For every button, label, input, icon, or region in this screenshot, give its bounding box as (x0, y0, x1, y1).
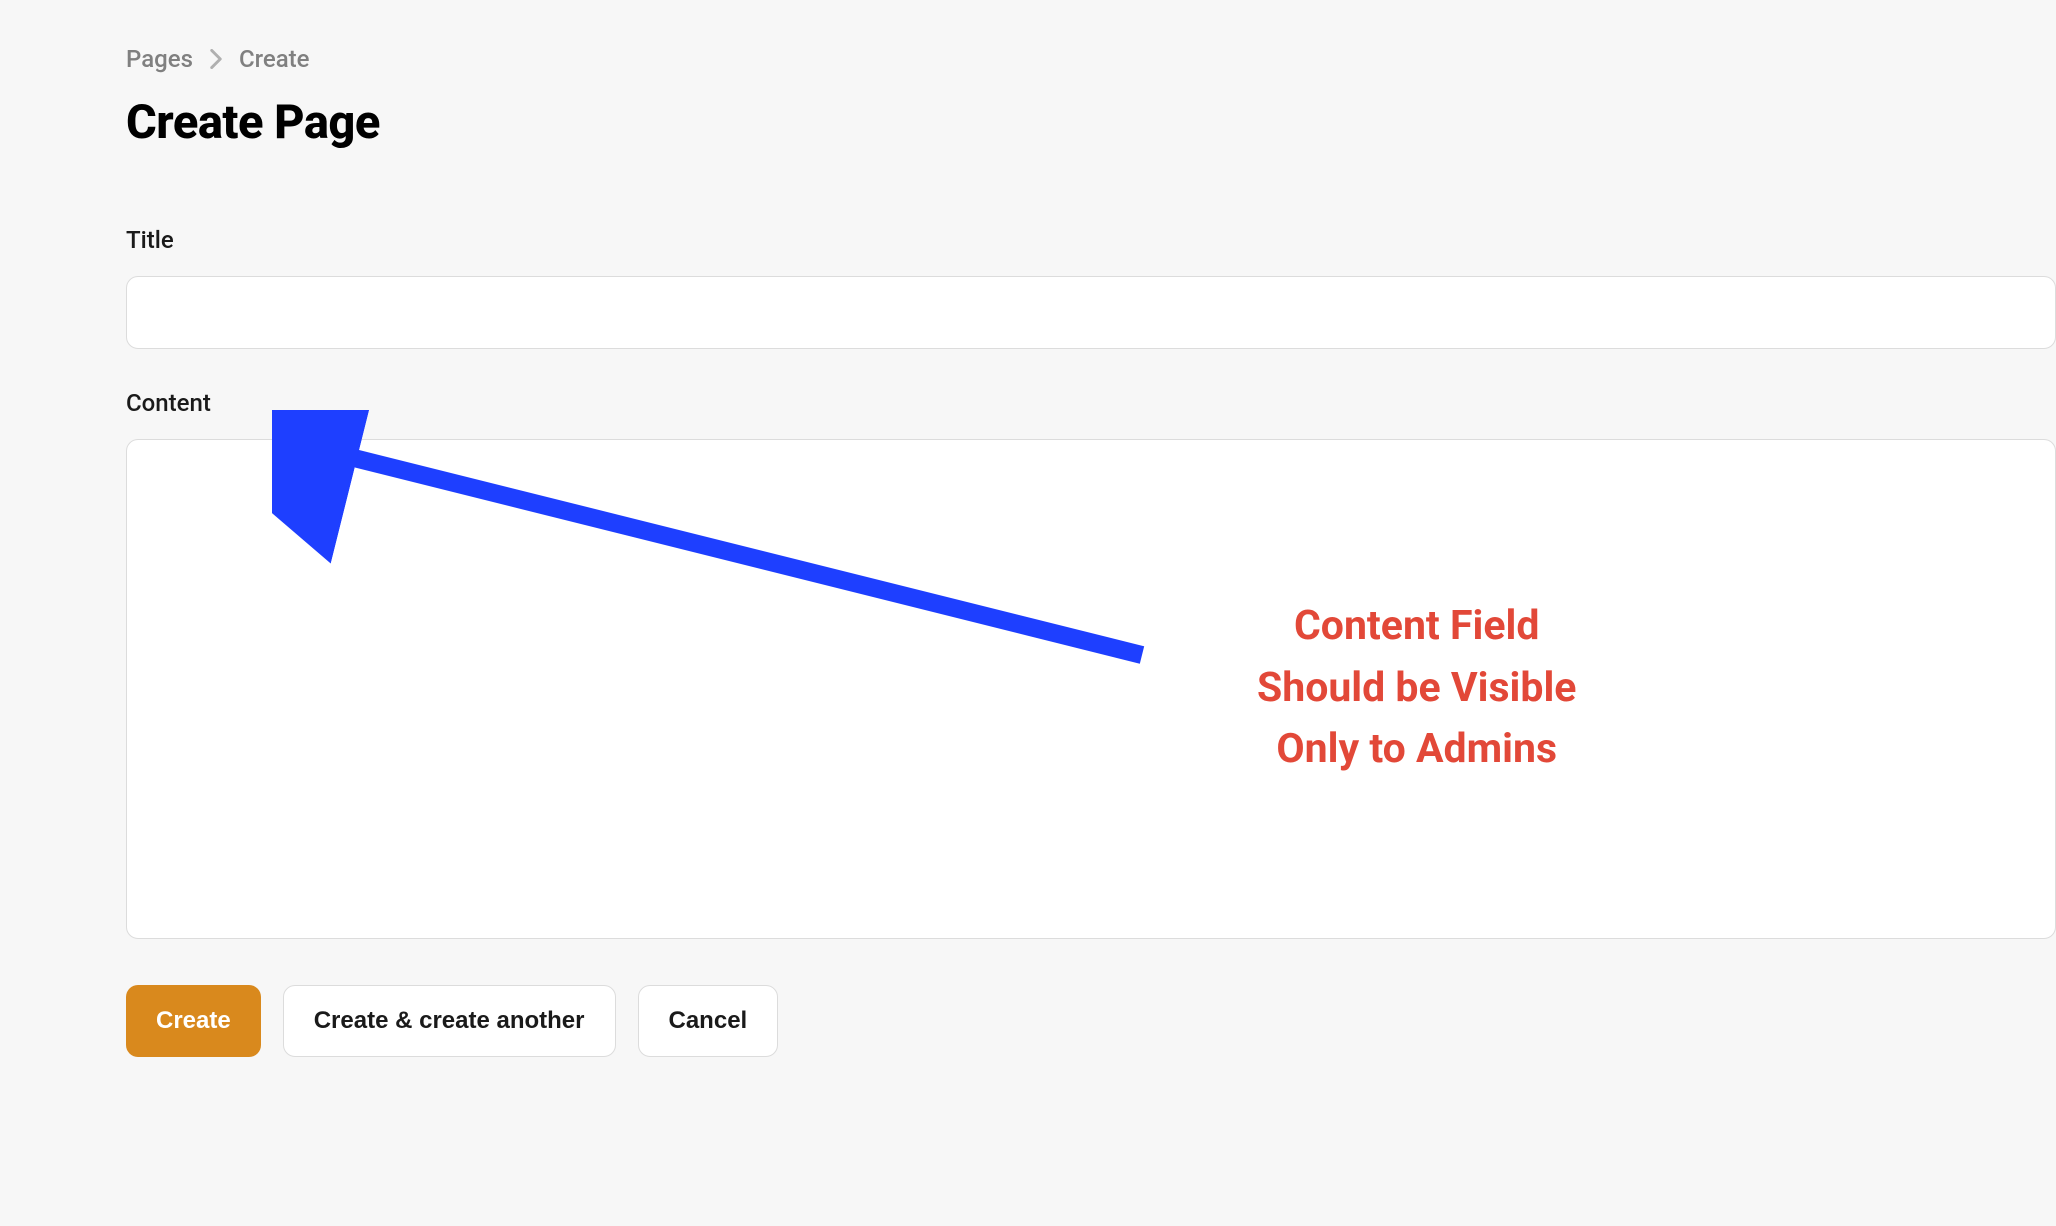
breadcrumb-item-pages[interactable]: Pages (126, 45, 193, 73)
content-textarea[interactable] (126, 439, 2056, 939)
form-group-title: Title (126, 226, 2056, 349)
content-label: Content (126, 389, 2056, 417)
cancel-button[interactable]: Cancel (638, 985, 779, 1057)
chevron-right-icon (209, 49, 223, 69)
button-row: Create Create & create another Cancel (126, 985, 2056, 1057)
create-button[interactable]: Create (126, 985, 261, 1057)
create-another-button[interactable]: Create & create another (283, 985, 616, 1057)
breadcrumb-item-create: Create (239, 45, 310, 73)
title-label: Title (126, 226, 2056, 254)
title-input[interactable] (126, 276, 2056, 349)
breadcrumb: Pages Create (126, 45, 2056, 73)
page-title: Create Page (126, 95, 2056, 150)
form-group-content: Content (126, 389, 2056, 943)
